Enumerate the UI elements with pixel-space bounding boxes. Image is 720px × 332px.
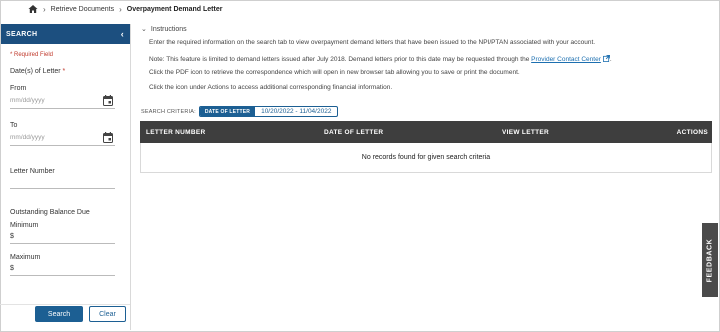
empty-results-message: No records found for given search criter…	[140, 143, 712, 173]
letter-number-input[interactable]	[10, 188, 115, 189]
search-criteria: SEARCH CRITERIA: DATE OF LETTER 10/20/20…	[141, 106, 339, 117]
search-sidebar: SEARCH ‹ * Required Field Date(s) of Let…	[1, 24, 131, 330]
feedback-label: FEEDBACK	[706, 238, 714, 282]
instruction-line-3: Click the PDF icon to retrieve the corre…	[149, 69, 520, 76]
instruction-line-2: Note: This feature is limited to demand …	[149, 55, 612, 63]
to-date-placeholder: mm/dd/yyyy	[10, 134, 45, 141]
maximum-input[interactable]: $	[10, 265, 115, 276]
from-date-placeholder: mm/dd/yyyy	[10, 97, 45, 104]
breadcrumb: › Retrieve Documents › Overpayment Deman…	[28, 3, 222, 15]
to-date-input[interactable]: mm/dd/yyyy	[10, 132, 115, 146]
criteria-tag: DATE OF LETTER	[199, 107, 256, 116]
clear-button[interactable]: Clear	[89, 306, 126, 322]
criteria-value: 10/20/2022 - 11/04/2022	[261, 108, 332, 115]
minimum-input[interactable]: $	[10, 233, 115, 244]
chevron-down-icon: ⌄	[141, 26, 147, 33]
external-link-icon[interactable]	[602, 55, 610, 62]
maximum-label: Maximum	[10, 254, 41, 261]
table-header: LETTER NUMBER DATE OF LETTER VIEW LETTER…	[140, 121, 712, 143]
outstanding-balance-label: Outstanding Balance Due	[10, 209, 90, 216]
column-letter-number[interactable]: LETTER NUMBER	[146, 129, 206, 136]
from-date-input[interactable]: mm/dd/yyyy	[10, 95, 115, 109]
calendar-icon[interactable]	[103, 95, 113, 106]
search-button[interactable]: Search	[35, 306, 83, 322]
instruction-line-1: Enter the required information on the se…	[149, 39, 596, 46]
column-actions: ACTIONS	[676, 128, 708, 136]
column-date-of-letter[interactable]: DATE OF LETTER	[324, 129, 383, 136]
sidebar-header: SEARCH ‹	[1, 24, 130, 44]
from-label: From	[10, 85, 27, 92]
instructions-label: Instructions	[150, 25, 187, 33]
results-table: LETTER NUMBER DATE OF LETTER VIEW LETTER…	[140, 121, 712, 173]
collapse-chevron-icon[interactable]: ‹	[121, 29, 124, 39]
criteria-pill: DATE OF LETTER 10/20/2022 - 11/04/2022	[198, 106, 339, 117]
minimum-label: Minimum	[10, 222, 39, 229]
chevron-right-icon: ›	[119, 4, 122, 14]
instruction-line-4: Click the icon under Actions to access a…	[149, 84, 393, 91]
calendar-icon[interactable]	[103, 132, 113, 143]
search-criteria-label: SEARCH CRITERIA:	[141, 108, 196, 115]
feedback-tab[interactable]: FEEDBACK	[702, 223, 718, 297]
column-view-letter[interactable]: VIEW LETTER	[502, 129, 549, 136]
letter-number-label: Letter Number	[10, 168, 55, 175]
instructions-toggle[interactable]: ⌄ Instructions	[141, 25, 187, 34]
breadcrumb-current-page: Overpayment Demand Letter	[126, 5, 223, 13]
breadcrumb-retrieve-documents[interactable]: Retrieve Documents	[51, 6, 114, 13]
provider-contact-center-link[interactable]: Provider Contact Center	[531, 56, 601, 63]
sidebar-title: SEARCH	[6, 30, 38, 38]
home-icon[interactable]	[28, 4, 38, 14]
required-field-note: * Required Field	[10, 52, 54, 58]
chevron-right-icon: ›	[43, 4, 46, 14]
date-of-letter-label: Date(s) of Letter *	[10, 68, 66, 75]
to-label: To	[10, 122, 18, 129]
